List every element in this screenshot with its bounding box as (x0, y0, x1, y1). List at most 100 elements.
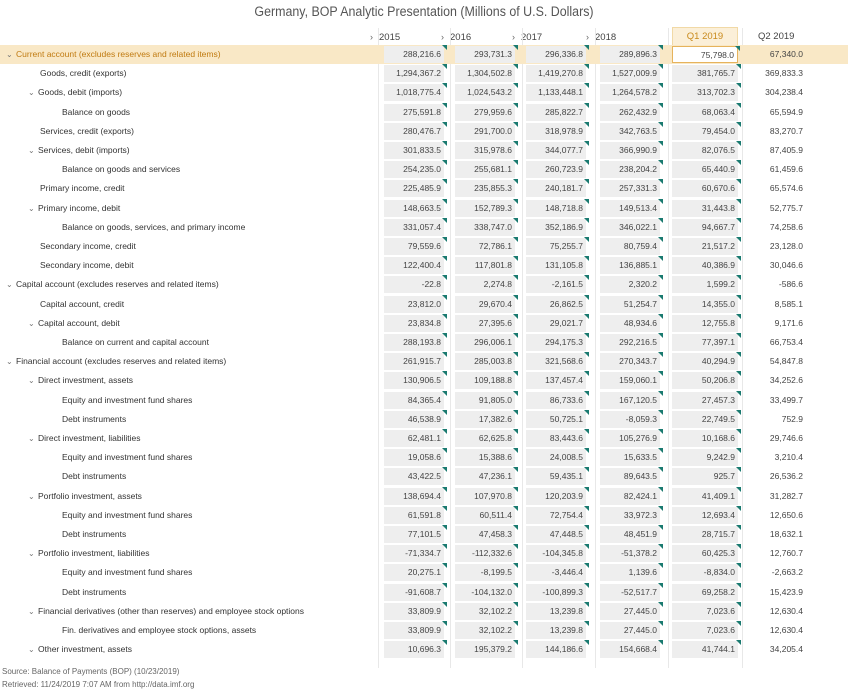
value-cell[interactable]: 33,972.3 (600, 505, 663, 524)
value-cell[interactable]: 54,847.8 (744, 353, 806, 370)
table-row[interactable]: ⌄ Portfolio investment, liabilities -71,33… (0, 544, 848, 563)
expand-column-chevron-icon[interactable]: › (441, 32, 444, 42)
value-cell[interactable]: -8,199.5 (455, 563, 518, 582)
expand-column-chevron-icon[interactable]: › (370, 32, 373, 42)
value-cell[interactable]: 27,395.6 (455, 313, 518, 332)
value-cell[interactable]: 12,650.6 (744, 507, 806, 524)
value-cell[interactable]: 26,536.2 (744, 468, 806, 485)
value-cell[interactable]: 75,255.7 (526, 237, 589, 255)
value-cell[interactable]: 288,216.6 (384, 45, 447, 63)
value-cell[interactable]: 61,459.6 (744, 161, 806, 178)
value-cell[interactable]: -100,899.3 (526, 582, 589, 601)
table-row[interactable]: ⌄ Direct investment, liabilities 62,481.1 6… (0, 429, 848, 448)
value-cell[interactable]: 296,336.8 (526, 45, 589, 63)
value-cell[interactable]: 33,809.9 (384, 621, 447, 639)
value-cell[interactable]: 1,133,448.1 (526, 83, 589, 102)
value-cell[interactable]: 67,340.0 (744, 46, 806, 63)
value-cell[interactable]: 318,978.9 (526, 121, 589, 140)
value-cell[interactable]: 18,632.1 (744, 526, 806, 543)
value-cell[interactable]: 79,454.0 (672, 121, 741, 140)
value-cell[interactable]: 225,485.9 (384, 179, 447, 198)
value-cell[interactable]: 293,731.3 (455, 45, 518, 63)
value-cell[interactable]: 80,759.4 (600, 237, 663, 255)
value-cell[interactable]: 10,696.3 (384, 640, 447, 659)
value-cell[interactable]: 331,057.4 (384, 217, 447, 236)
value-cell[interactable]: 79,559.6 (384, 237, 447, 255)
value-cell[interactable]: 72,786.1 (455, 237, 518, 255)
value-cell[interactable]: 352,186.9 (526, 217, 589, 236)
value-cell[interactable]: 20,275.1 (384, 563, 447, 582)
value-cell[interactable]: 12,630.4 (744, 622, 806, 639)
value-cell[interactable]: 1,018,775.4 (384, 83, 447, 102)
table-row[interactable]: ⌄ Capital account, debit 23,834.8 27,395.6 2… (0, 313, 848, 333)
value-cell[interactable]: 752.9 (744, 411, 806, 428)
value-cell[interactable]: 255,681.1 (455, 160, 518, 179)
table-row[interactable]: Equity and investment fund shares 20,275.… (0, 563, 848, 582)
value-cell[interactable]: 10,168.6 (672, 429, 741, 447)
value-cell[interactable]: -52,517.7 (600, 582, 663, 601)
table-row[interactable]: ⌄ Current account (excludes reserves and … (0, 45, 848, 65)
value-cell[interactable]: 148,718.8 (526, 198, 589, 217)
value-cell[interactable]: 48,934.6 (600, 313, 663, 332)
value-cell[interactable]: 27,457.3 (672, 390, 741, 409)
value-cell[interactable]: 66,753.4 (744, 334, 806, 351)
collapse-chevron-icon[interactable]: ⌄ (28, 83, 38, 102)
collapse-chevron-icon[interactable]: ⌄ (28, 199, 38, 218)
collapse-chevron-icon[interactable]: ⌄ (28, 544, 38, 563)
value-cell[interactable]: 296,006.1 (455, 333, 518, 351)
value-cell[interactable]: 32,102.2 (455, 601, 518, 620)
value-cell[interactable]: 131,105.8 (526, 256, 589, 275)
value-cell[interactable]: 149,513.4 (600, 198, 663, 217)
value-cell[interactable]: 89,643.5 (600, 467, 663, 486)
value-cell[interactable]: 12,760.7 (744, 545, 806, 562)
value-cell[interactable]: 13,239.8 (526, 601, 589, 620)
value-cell[interactable]: 1,294,367.2 (384, 64, 447, 83)
value-cell[interactable]: 294,175.3 (526, 333, 589, 351)
value-cell[interactable]: 51,254.7 (600, 294, 663, 313)
value-cell[interactable]: 122,400.4 (384, 256, 447, 275)
value-cell[interactable]: 1,527,009.9 (600, 64, 663, 83)
value-cell[interactable]: 167,120.5 (600, 390, 663, 409)
table-row[interactable]: ⌄ Direct investment, assets 130,906.5 109,1… (0, 371, 848, 390)
value-cell[interactable]: 24,008.5 (526, 448, 589, 467)
value-cell[interactable]: 65,574.6 (744, 180, 806, 197)
value-cell[interactable]: 84,365.4 (384, 390, 447, 409)
value-cell[interactable]: 33,809.9 (384, 601, 447, 620)
value-cell[interactable]: 31,282.7 (744, 488, 806, 505)
value-cell[interactable]: 40,386.9 (672, 256, 741, 275)
value-cell[interactable]: 50,725.1 (526, 409, 589, 428)
value-cell[interactable]: 41,744.1 (672, 640, 741, 659)
value-cell[interactable]: 82,424.1 (600, 486, 663, 505)
value-cell[interactable]: 94,667.7 (672, 217, 741, 236)
table-row[interactable]: ⌄ Financial derivatives (other than reser… (0, 601, 848, 621)
collapse-chevron-icon[interactable]: ⌄ (28, 602, 38, 621)
value-cell[interactable]: 7,023.6 (672, 601, 741, 620)
value-cell[interactable]: 313,702.3 (672, 83, 741, 102)
value-cell[interactable]: 109,188.8 (455, 371, 518, 390)
value-cell[interactable]: 40,294.9 (672, 352, 741, 371)
value-cell[interactable]: 19,058.6 (384, 448, 447, 467)
value-cell[interactable]: 381,765.7 (672, 64, 741, 83)
table-row[interactable]: Debt instruments 46,538.9 17,382.6 50,725.1… (0, 409, 848, 429)
value-cell[interactable]: 65,594.9 (744, 104, 806, 121)
value-cell[interactable]: 144,186.6 (526, 640, 589, 659)
collapse-chevron-icon[interactable]: ⌄ (28, 640, 38, 659)
value-cell[interactable]: 52,775.7 (744, 200, 806, 217)
table-row[interactable]: ⌄ Services, debit (imports) 301,833.5 315,9… (0, 141, 848, 160)
value-cell[interactable]: 148,663.5 (384, 198, 447, 217)
value-cell[interactable]: 72,754.4 (526, 505, 589, 524)
value-cell[interactable]: 14,355.0 (672, 294, 741, 313)
table-row[interactable]: Equity and investment fund shares 61,591.… (0, 505, 848, 525)
collapse-chevron-icon[interactable]: ⌄ (6, 352, 16, 371)
table-row[interactable]: Capital account, credit 23,812.0 29,670.4 2… (0, 294, 848, 314)
value-cell[interactable]: 48,451.9 (600, 525, 663, 543)
value-cell[interactable]: 9,171.6 (744, 315, 806, 332)
value-cell[interactable]: 21,517.2 (672, 237, 741, 255)
value-cell[interactable]: 304,238.4 (744, 84, 806, 101)
value-cell[interactable]: 2,320.2 (600, 275, 663, 294)
value-cell[interactable]: 257,331.3 (600, 179, 663, 198)
value-cell[interactable]: -2,161.5 (526, 275, 589, 294)
value-cell[interactable]: 43,422.5 (384, 467, 447, 486)
table-row[interactable]: Equity and investment fund shares 84,365.… (0, 390, 848, 410)
value-cell[interactable]: -112,332.6 (455, 544, 518, 563)
